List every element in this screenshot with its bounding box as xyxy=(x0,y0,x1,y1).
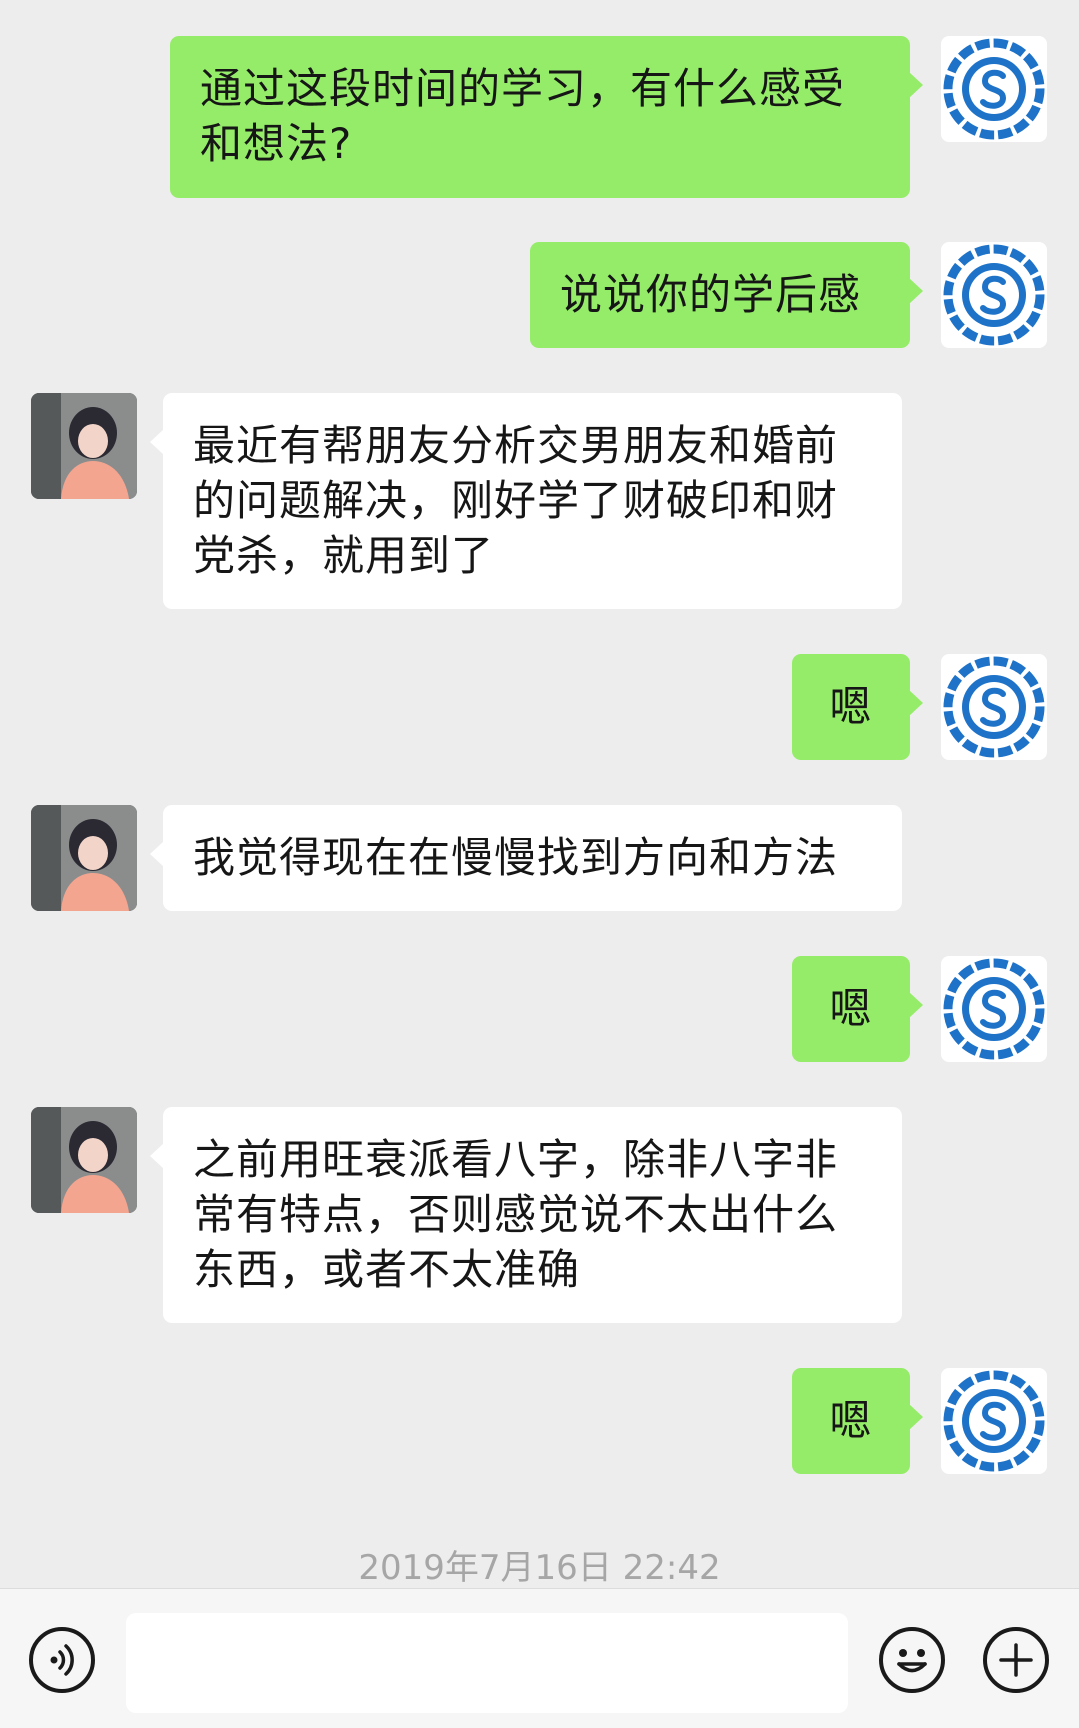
voice-icon xyxy=(50,1644,74,1676)
emoji-icon xyxy=(897,1649,927,1673)
voice-button[interactable] xyxy=(29,1627,95,1693)
message-text: 说说你的学后感 xyxy=(560,270,862,319)
message-bubble-incoming[interactable]: 我觉得现在在慢慢找到方向和方法 xyxy=(150,805,902,911)
avatar-logo[interactable] xyxy=(941,36,1047,142)
message-bubble-outgoing[interactable]: 说说你的学后感 xyxy=(530,242,923,348)
user-photo-icon xyxy=(31,1107,137,1213)
message-bubble-outgoing[interactable]: 嗯 xyxy=(792,956,923,1062)
avatar-user[interactable] xyxy=(31,805,137,911)
message-text: 嗯 xyxy=(829,682,873,731)
bagua-logo-icon xyxy=(943,656,1045,758)
message-bubble-incoming[interactable]: 最近有帮朋友分析交男朋友和婚前 的问题解决，刚好学了财破印和财 党杀，就用到了 xyxy=(150,393,902,609)
message-bubble-outgoing[interactable]: 通过这段时间的学习，有什么感受 和想法? xyxy=(170,36,923,198)
bagua-logo-icon xyxy=(943,244,1045,346)
bagua-logo-icon xyxy=(943,1370,1045,1472)
avatar-logo[interactable] xyxy=(941,654,1047,760)
avatar-logo[interactable] xyxy=(941,242,1047,348)
message-text: 最近有帮朋友分析交男朋友和婚前 的问题解决，刚好学了财破印和财 党杀，就用到了 xyxy=(193,421,839,580)
message-text: 我觉得现在在慢慢找到方向和方法 xyxy=(193,833,839,882)
avatar-logo[interactable] xyxy=(941,1368,1047,1474)
chat-input-bar xyxy=(0,1588,1079,1728)
message-bubble-outgoing[interactable]: 嗯 xyxy=(792,654,923,760)
bagua-logo-icon xyxy=(943,38,1045,140)
message-bubble-incoming[interactable]: 之前用旺衰派看八字，除非八字非 常有特点，否则感觉说不太出什么 东西，或者不太准… xyxy=(150,1107,902,1323)
plus-icon xyxy=(999,1643,1033,1677)
message-text: 嗯 xyxy=(829,1396,873,1445)
message-input[interactable] xyxy=(126,1613,848,1713)
chat-timestamp: 2019年7月16日 22:42 xyxy=(358,1548,721,1588)
avatar-user[interactable] xyxy=(31,1107,137,1213)
avatar-user[interactable] xyxy=(31,393,137,499)
chat-message-list[interactable]: 通过这段时间的学习，有什么感受 和想法? 说说你的学后感 最近有帮朋友分析交男朋… xyxy=(0,0,1079,1588)
message-text: 之前用旺衰派看八字，除非八字非 常有特点，否则感觉说不太出什么 东西，或者不太准… xyxy=(193,1135,839,1294)
message-text: 通过这段时间的学习，有什么感受 和想法? xyxy=(200,64,846,168)
more-button[interactable] xyxy=(983,1627,1049,1693)
user-photo-icon xyxy=(31,805,137,911)
user-photo-icon xyxy=(31,393,137,499)
bagua-logo-icon xyxy=(943,958,1045,1060)
message-bubble-outgoing[interactable]: 嗯 xyxy=(792,1368,923,1474)
message-text: 嗯 xyxy=(829,984,873,1033)
emoji-button[interactable] xyxy=(879,1627,945,1693)
avatar-logo[interactable] xyxy=(941,956,1047,1062)
